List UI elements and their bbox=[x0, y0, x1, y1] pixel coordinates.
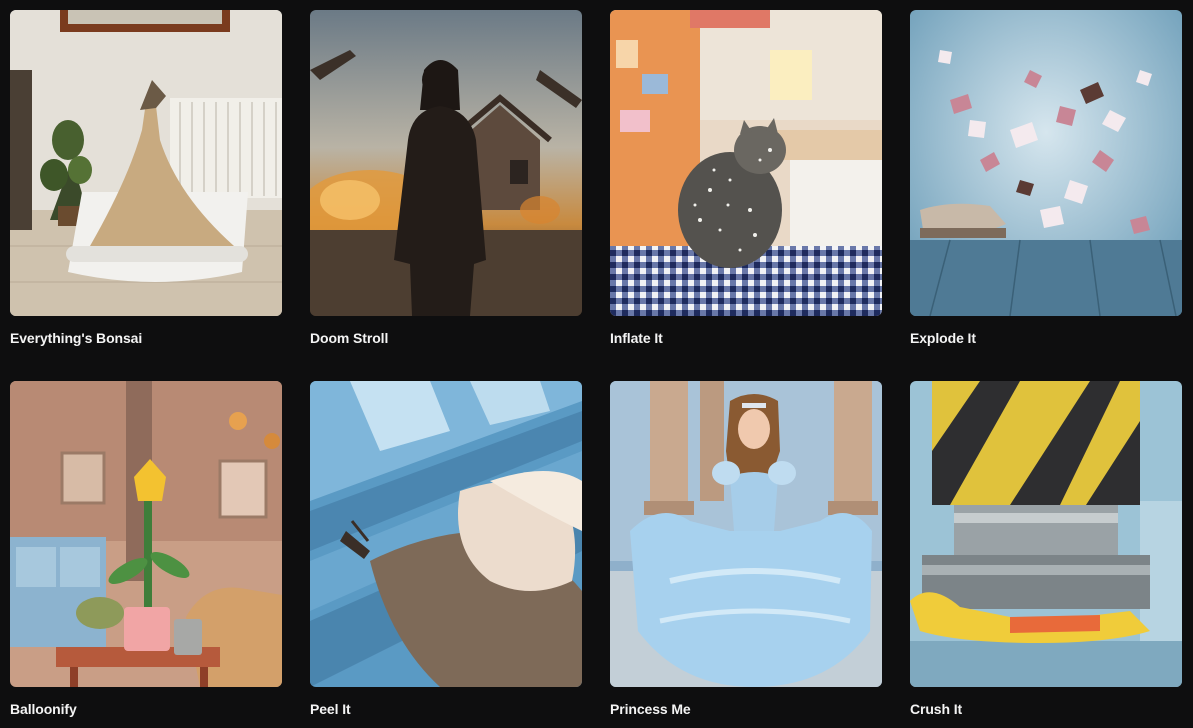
effect-title: Balloonify bbox=[10, 701, 77, 717]
effect-card-everythings-bonsai[interactable]: Everything's Bonsai bbox=[10, 10, 282, 346]
effect-thumbnail[interactable] bbox=[310, 381, 582, 687]
effect-thumbnail[interactable] bbox=[610, 10, 882, 316]
effect-title: Peel It bbox=[310, 701, 351, 717]
effect-thumbnail[interactable] bbox=[310, 10, 582, 316]
effect-card-doom-stroll[interactable]: Doom Stroll bbox=[310, 10, 582, 346]
effect-card-princess-me[interactable]: Princess Me bbox=[610, 381, 882, 717]
effect-card-explode-it[interactable]: Explode It bbox=[910, 10, 1182, 346]
effect-card-inflate-it[interactable]: Inflate It bbox=[610, 10, 882, 346]
effect-title: Explode It bbox=[910, 330, 976, 346]
effect-thumbnail[interactable] bbox=[610, 381, 882, 687]
effect-thumbnail[interactable] bbox=[10, 10, 282, 316]
effect-title: Doom Stroll bbox=[310, 330, 389, 346]
effects-grid: Everything's Bonsai Doom Stroll Inflate … bbox=[0, 0, 1193, 728]
effect-title: Inflate It bbox=[610, 330, 663, 346]
effect-thumbnail[interactable] bbox=[910, 381, 1182, 687]
effect-title: Crush It bbox=[910, 701, 963, 717]
effect-card-balloonify[interactable]: Balloonify bbox=[10, 381, 282, 717]
effect-thumbnail[interactable] bbox=[10, 381, 282, 687]
effect-title: Princess Me bbox=[610, 701, 691, 717]
effect-thumbnail[interactable] bbox=[910, 10, 1182, 316]
effect-title: Everything's Bonsai bbox=[10, 330, 143, 346]
effect-card-crush-it[interactable]: Crush It bbox=[910, 381, 1182, 717]
effect-card-peel-it[interactable]: Peel It bbox=[310, 381, 582, 717]
